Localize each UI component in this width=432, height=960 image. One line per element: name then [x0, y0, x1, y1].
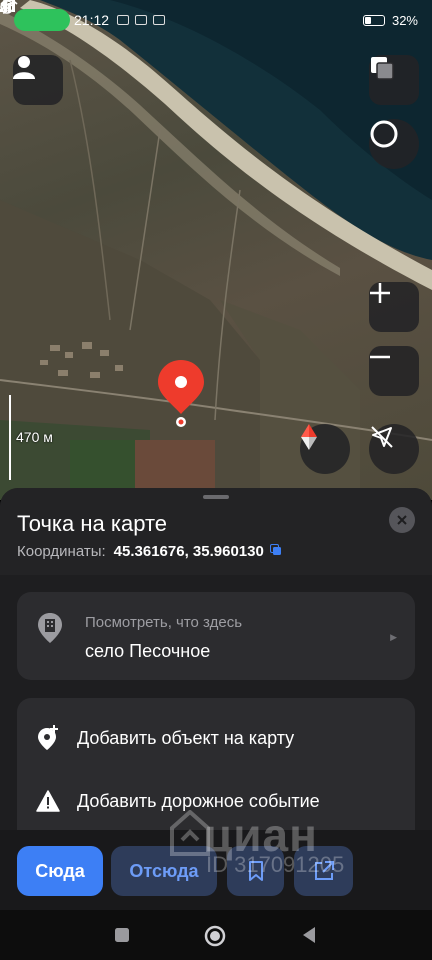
warning-icon: [35, 788, 61, 814]
what-is-here-card[interactable]: Посмотреть, что здесь село Песочное ▶: [17, 592, 415, 680]
route-action-bar: Сюда Отсюда: [0, 830, 432, 910]
profile-icon: [13, 56, 35, 79]
map-view[interactable]: 21:12 R R 32% 470 м: [0, 0, 432, 500]
notification-icon: [153, 15, 166, 25]
system-nav-bar: [0, 910, 432, 960]
what-is-here-hint: Посмотреть, что здесь: [85, 614, 243, 631]
add-place-icon: [35, 725, 61, 751]
scale-bar: [9, 395, 11, 480]
notification-icon: [117, 15, 130, 25]
layers-icon: [371, 57, 394, 80]
location-off-icon: [371, 426, 393, 448]
coordinates-row: Координаты: 45.361676, 35.960130: [17, 543, 282, 560]
status-indicators: R R 32%: [0, 0, 418, 28]
coordinates-value[interactable]: 45.361676, 35.960130: [114, 543, 264, 560]
add-object-label: Добавить объект на карту: [77, 727, 295, 748]
coordinates-label: Координаты:: [17, 543, 106, 560]
sheet-grabber[interactable]: [203, 495, 229, 499]
building-pin-icon: [37, 612, 63, 649]
add-road-event-label: Добавить дорожное событие: [77, 790, 320, 811]
share-button[interactable]: [294, 846, 353, 896]
mic-icon: [0, 0, 70, 31]
recents-button[interactable]: [112, 925, 132, 945]
status-time: 21:12: [74, 12, 110, 28]
home-icon: [204, 925, 226, 947]
back-icon: [303, 927, 315, 943]
notification-icons: [117, 15, 166, 25]
scale-label: 470 м: [16, 429, 53, 445]
status-bar: 21:12 R R 32%: [0, 0, 432, 40]
alice-icon: [370, 120, 398, 148]
compass-icon: [301, 424, 317, 450]
compass-button[interactable]: [300, 424, 350, 474]
bookmark-icon: [248, 861, 263, 881]
zoom-in-icon: [370, 283, 390, 303]
place-name: село Песочное: [85, 641, 211, 661]
add-object-row[interactable]: Добавить объект на карту: [17, 708, 415, 768]
add-road-event-row[interactable]: Добавить дорожное событие: [17, 771, 415, 831]
zoom-out-icon: [370, 355, 390, 359]
bookmark-button[interactable]: [227, 846, 284, 896]
sheet-title: Точка на карте: [17, 511, 168, 536]
close-icon: [397, 515, 407, 525]
battery-percent: 32%: [391, 12, 418, 28]
zoom-in-button[interactable]: [369, 282, 419, 332]
alice-button[interactable]: [369, 119, 419, 169]
zoom-out-button[interactable]: [369, 346, 419, 396]
satellite-imagery: [0, 0, 432, 500]
layers-button[interactable]: [369, 55, 419, 105]
back-button[interactable]: [300, 925, 320, 945]
actions-card: Добавить объект на карту Добавить дорожн…: [17, 698, 415, 848]
route-from-button[interactable]: Отсюда: [111, 846, 217, 896]
copy-icon[interactable]: [269, 543, 282, 560]
close-button[interactable]: [389, 507, 415, 533]
share-icon: [314, 861, 334, 880]
chevron-right-icon: ▶: [390, 632, 397, 642]
notification-icon: [135, 15, 148, 25]
profile-button[interactable]: [13, 55, 63, 105]
route-here-button[interactable]: Сюда: [17, 846, 103, 896]
sheet-header: Точка на карте Координаты: 45.361676, 35…: [0, 488, 432, 575]
home-button[interactable]: [204, 925, 226, 947]
battery-icon: [362, 14, 385, 26]
recents-icon: [115, 928, 129, 942]
location-button[interactable]: [369, 424, 419, 474]
